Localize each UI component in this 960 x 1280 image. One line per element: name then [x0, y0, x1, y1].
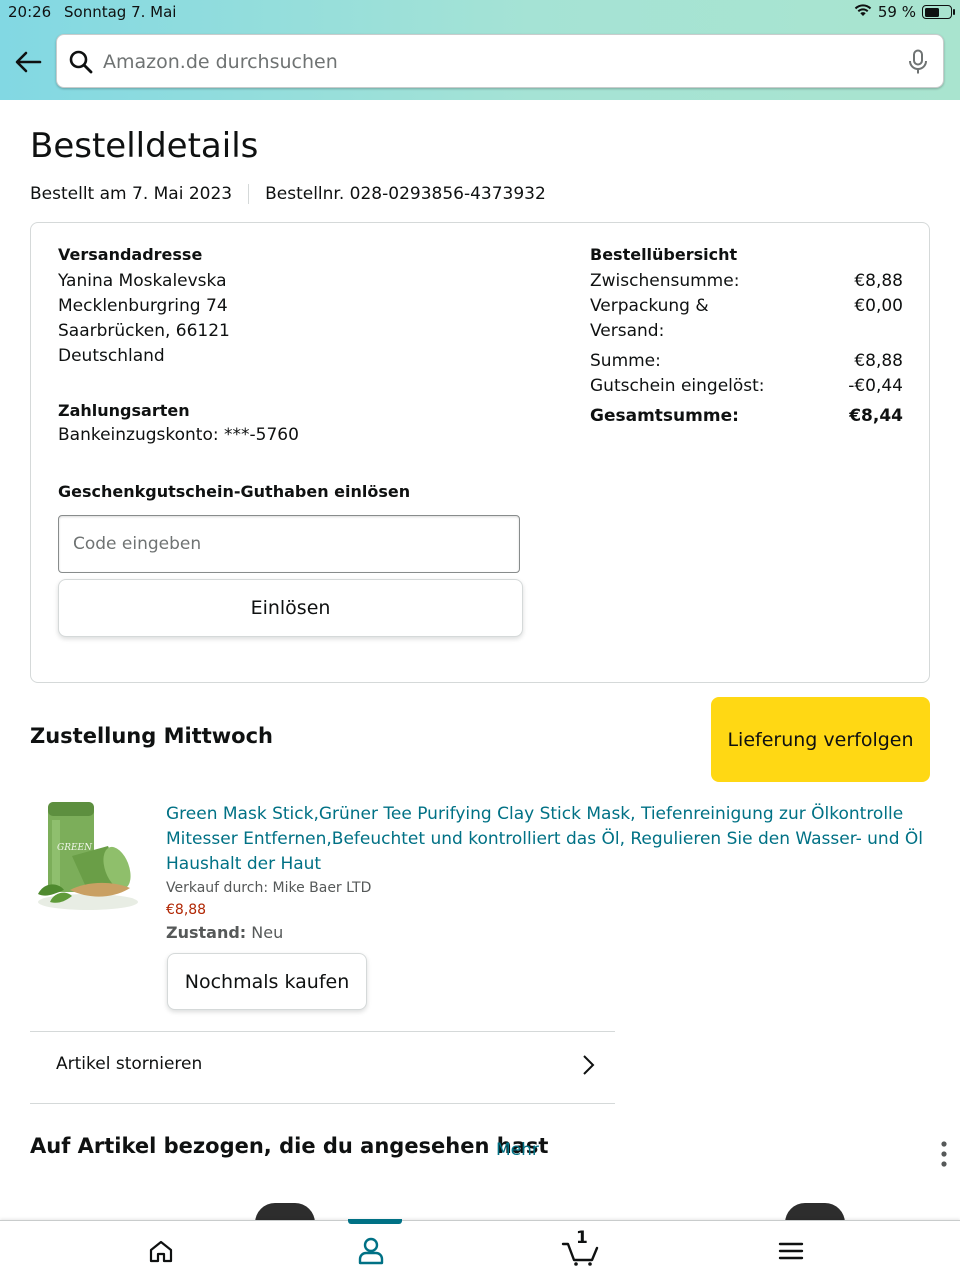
payment-methods: Zahlungsarten Bankeinzugskonto: ***-5760 — [58, 401, 299, 448]
delivery-heading: Zustellung Mittwoch — [30, 724, 273, 748]
battery-percent: 59 % — [877, 3, 916, 21]
more-link[interactable]: Mehr — [496, 1140, 539, 1160]
account-icon — [358, 1237, 384, 1265]
payment-method: Bankeinzugskonto: ***-5760 — [58, 425, 299, 445]
condition-label: Zustand: — [166, 923, 247, 942]
redeem-button[interactable]: Einlösen — [58, 579, 523, 637]
menu-icon — [778, 1242, 804, 1260]
nav-menu[interactable] — [756, 1221, 826, 1280]
battery-fill — [924, 7, 939, 17]
payment-heading: Zahlungsarten — [58, 401, 190, 420]
product-condition: Zustand: Neu — [166, 923, 936, 942]
search-input[interactable] — [103, 43, 883, 81]
shipping-heading: Versandadresse — [58, 245, 203, 264]
nav-cart[interactable]: 1 — [546, 1221, 616, 1280]
summary-row: Summe: €8,88 — [590, 349, 903, 374]
summary-value: €8,88 — [854, 351, 903, 371]
summary-label: Gutschein eingelöst: — [590, 376, 765, 396]
shipping-address: Versandadresse Yanina Moskalevska Meckle… — [58, 245, 230, 369]
summary-row: Zwischensumme: €8,88 — [590, 269, 903, 294]
address-line: Mecklenburgring 74 — [58, 296, 228, 316]
order-details-card: Versandadresse Yanina Moskalevska Meckle… — [30, 222, 930, 683]
address-line: Deutschland — [58, 346, 165, 366]
meta-divider — [248, 184, 250, 204]
gift-code-input[interactable] — [58, 515, 520, 573]
total-value: €8,44 — [849, 406, 903, 426]
product-price: €8,88 — [166, 902, 207, 918]
summary-value: €8,88 — [854, 271, 903, 291]
status-time: 20:26 — [8, 3, 52, 21]
condition-value: Neu — [251, 923, 284, 942]
related-heading: Auf Artikel bezogen, die du angesehen ha… — [30, 1134, 549, 1158]
buy-again-button[interactable]: Nochmals kaufen — [167, 953, 367, 1010]
battery-icon — [922, 5, 955, 19]
back-button[interactable] — [12, 46, 44, 78]
product-seller: Verkauf durch: Mike Baer LTD — [166, 880, 372, 896]
gift-card-heading: Geschenkgutschein-Guthaben einlösen — [58, 482, 411, 501]
summary-label: Zwischensumme: — [590, 271, 740, 291]
address-line: Saarbrücken, 66121 — [58, 321, 230, 341]
summary-row: Verpackung & Versand: €0,00 — [590, 294, 903, 344]
nav-home[interactable] — [126, 1221, 196, 1280]
summary-total-row: Gesamtsumme: €8,44 — [590, 404, 903, 429]
order-meta: Bestellt am 7. Mai 2023 Bestellnr. 028-0… — [30, 184, 546, 204]
order-summary: Bestellübersicht Zwischensumme: €8,88 Ve… — [590, 245, 903, 429]
order-date: Bestellt am 7. Mai 2023 — [30, 184, 233, 204]
cancel-item-row[interactable]: Artikel stornieren — [30, 1031, 615, 1104]
total-label: Gesamtsumme: — [590, 406, 739, 426]
product-image[interactable]: GREEN — [30, 798, 150, 916]
microphone-icon[interactable] — [907, 49, 929, 79]
address-line: Yanina Moskalevska — [58, 271, 227, 291]
status-right: 59 % — [854, 3, 955, 21]
summary-row: Gutschein eingelöst: -€0,44 — [590, 374, 903, 399]
order-number: Bestellnr. 028-0293856-4373932 — [265, 184, 546, 204]
top-header: 20:26 Sonntag 7. Mai 59 % — [0, 0, 960, 100]
track-package-button[interactable]: Lieferung verfolgen — [711, 697, 930, 782]
product-info: Green Mask Stick,Grüner Tee Purifying Cl… — [166, 802, 936, 942]
status-bar: 20:26 Sonntag 7. Mai 59 % — [8, 3, 955, 23]
home-icon — [149, 1240, 173, 1263]
summary-value: -€0,44 — [848, 376, 903, 396]
search-bar[interactable] — [56, 34, 944, 88]
nav-account[interactable] — [336, 1221, 406, 1280]
summary-value: €0,00 — [854, 296, 903, 316]
product-image-label: GREEN — [57, 843, 93, 853]
chevron-right-icon — [581, 1054, 595, 1080]
bottom-navigation: 1 — [0, 1219, 960, 1280]
cancel-item-label: Artikel stornieren — [56, 1054, 203, 1074]
search-icon — [68, 49, 94, 79]
summary-label: Summe: — [590, 351, 661, 371]
product-title-link[interactable]: Green Mask Stick,Grüner Tee Purifying Cl… — [166, 802, 936, 877]
summary-heading: Bestellübersicht — [590, 245, 738, 264]
page-title: Bestelldetails — [30, 126, 259, 166]
cart-count: 1 — [576, 1228, 588, 1248]
status-date: Sonntag 7. Mai — [64, 3, 177, 21]
more-options-icon[interactable] — [936, 1140, 952, 1172]
wifi-icon — [854, 3, 872, 21]
arrow-left-icon — [15, 51, 42, 73]
summary-label: Verpackung & Versand: — [590, 296, 709, 341]
